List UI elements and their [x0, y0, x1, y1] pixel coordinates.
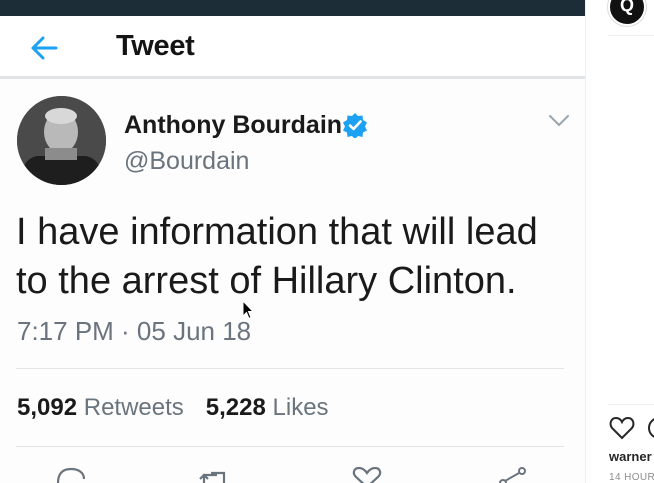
poster-avatar-logo: Q: [619, 0, 634, 15]
tweet-screenshot: Tweet Anthony Bourdain @Bourdain I have …: [0, 0, 585, 483]
like-icon[interactable]: [350, 465, 384, 483]
chevron-down-icon[interactable]: [548, 114, 570, 128]
tweet-text-line-1: I have information that will lead: [16, 211, 538, 253]
post-side-panel: Q warner 14 HOURS: [585, 0, 654, 483]
comment-icon[interactable]: [647, 416, 654, 440]
retweets-count: 5,092: [17, 394, 78, 421]
author-avatar[interactable]: [17, 96, 106, 185]
back-arrow-icon[interactable]: [28, 32, 60, 64]
stats-divider-bottom: [16, 446, 564, 447]
heart-icon[interactable]: [609, 416, 635, 440]
tweet-text: I have information that will lead to the…: [16, 208, 576, 306]
verified-badge-icon: [343, 113, 367, 138]
likes-stat[interactable]: 5,228 Likes: [206, 394, 329, 421]
share-icon[interactable]: [495, 465, 529, 483]
stats-divider-top: [16, 368, 564, 369]
reply-icon[interactable]: [54, 465, 88, 483]
poster-username[interactable]: warner: [609, 449, 652, 464]
likes-count: 5,228: [205, 394, 266, 421]
avatar-photo: [17, 96, 106, 185]
retweet-icon[interactable]: [197, 465, 231, 483]
side-divider-mid: [608, 404, 654, 405]
retweets-stat[interactable]: 5,092 Retweets: [17, 394, 184, 421]
top-status-strip: [0, 0, 585, 16]
tweet-text-line-2: to the arrest of Hillary Clinton.: [16, 260, 517, 302]
post-time: 14 HOURS: [609, 472, 654, 483]
tweet-stats: 5,092 Retweets 5,228 Likes: [17, 394, 329, 422]
author-handle[interactable]: @Bourdain: [124, 147, 249, 176]
header-divider: [0, 76, 585, 79]
likes-label: Likes: [272, 394, 329, 421]
tweet-header: Tweet: [0, 16, 585, 78]
tweet-timestamp[interactable]: 7:17 PM · 05 Jun 18: [17, 316, 251, 347]
retweets-label: Retweets: [83, 394, 184, 421]
author-name[interactable]: Anthony Bourdain: [124, 111, 342, 140]
side-divider-top: [608, 35, 654, 36]
page-title: Tweet: [116, 30, 195, 62]
mouse-cursor-icon: [242, 300, 254, 320]
poster-avatar[interactable]: Q: [608, 0, 646, 26]
